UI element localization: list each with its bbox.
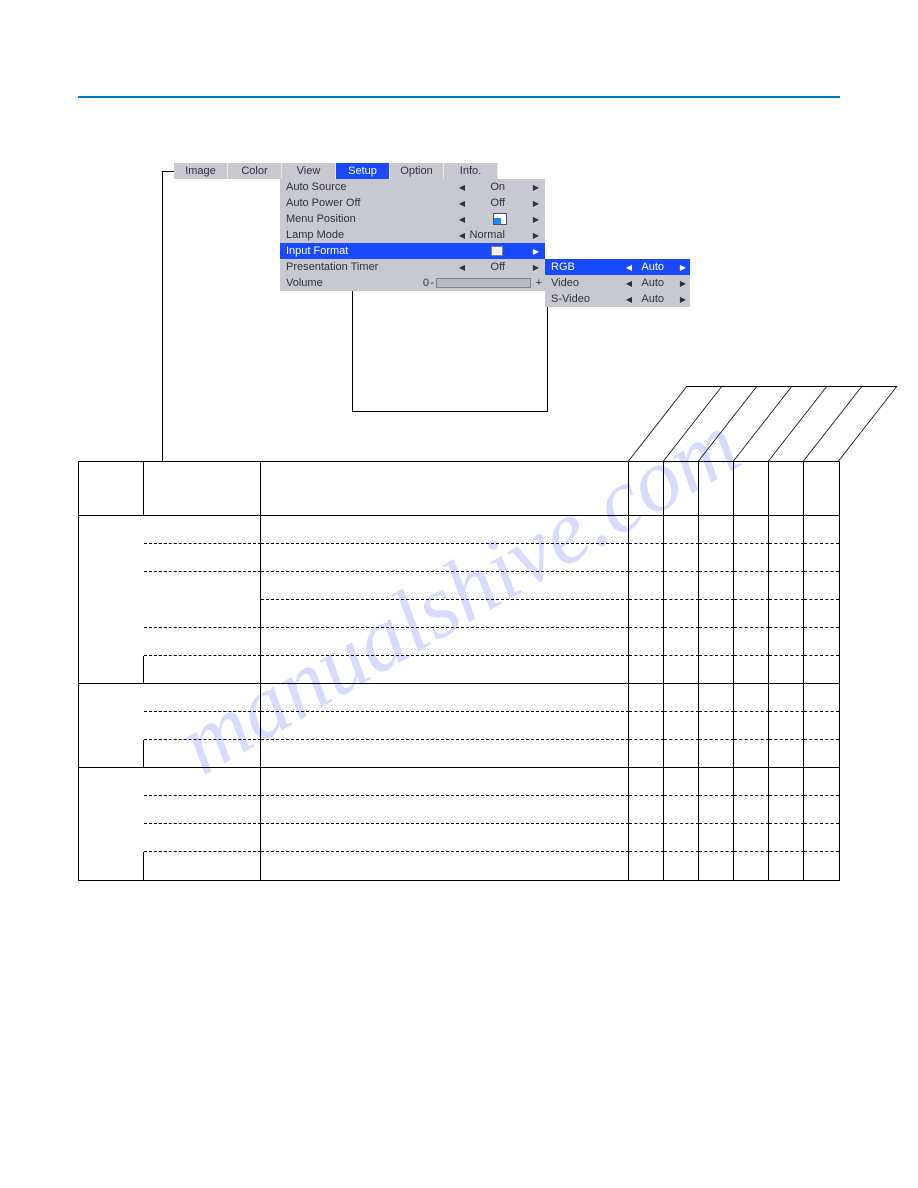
triangle-right-icon xyxy=(680,293,686,305)
submenu-input-format: RGB Auto Video Auto S-Video Auto xyxy=(545,259,690,307)
table-row xyxy=(79,684,839,712)
triangle-left-icon xyxy=(626,277,632,289)
triangle-right-icon xyxy=(533,197,539,209)
table-header-cell xyxy=(734,462,769,516)
triangle-right-icon xyxy=(680,261,686,273)
triangle-left-icon xyxy=(626,293,632,305)
table-row xyxy=(79,740,839,768)
submenu-value: Auto xyxy=(641,277,664,289)
menu-tab-option[interactable]: Option xyxy=(390,163,444,179)
table-row xyxy=(79,852,839,880)
menu-item-label: Menu Position xyxy=(286,213,356,225)
submenu-value: Auto xyxy=(641,293,664,305)
table-header-cell xyxy=(144,462,261,516)
table-row xyxy=(79,712,839,740)
menu-tab-color[interactable]: Color xyxy=(228,163,282,179)
table-header-cell xyxy=(664,462,699,516)
submenu-label: S-Video xyxy=(551,293,590,305)
menu-tab-info[interactable]: Info. xyxy=(444,163,498,179)
menu-item-label: Auto Power Off xyxy=(286,197,360,209)
table-header-cell xyxy=(629,462,664,516)
triangle-right-icon xyxy=(533,261,539,273)
volume-slider[interactable] xyxy=(436,278,531,288)
menu-item-menu-position[interactable]: Menu Position xyxy=(280,211,545,227)
triangle-right-icon xyxy=(533,245,539,257)
submenu-item-video[interactable]: Video Auto xyxy=(545,275,690,291)
connector-line xyxy=(547,307,548,412)
menu-item-presentation-timer[interactable]: Presentation Timer Off xyxy=(280,259,545,275)
submenu-value: Auto xyxy=(641,261,664,273)
menu-item-value: Off xyxy=(491,259,505,275)
menu-position-icon xyxy=(493,213,507,225)
menu-item-label: Volume xyxy=(286,277,323,289)
triangle-left-icon xyxy=(459,197,465,209)
connector-line xyxy=(162,171,174,172)
table-diagonal-header xyxy=(628,410,840,462)
connector-line xyxy=(352,291,353,411)
menu-tab-view[interactable]: View xyxy=(282,163,336,179)
table-header-cell xyxy=(804,462,839,516)
submenu-label: Video xyxy=(551,277,579,289)
menu-item-auto-power-off[interactable]: Auto Power Off Off xyxy=(280,195,545,211)
triangle-left-icon xyxy=(459,229,465,241)
menu-item-list: Auto Source On Auto Power Off Off Menu P… xyxy=(280,179,545,291)
menu-tab-image[interactable]: Image xyxy=(174,163,228,179)
submenu-item-rgb[interactable]: RGB Auto xyxy=(545,259,690,275)
menu-item-value: Normal xyxy=(470,227,505,243)
triangle-left-icon xyxy=(459,213,465,225)
triangle-left-icon xyxy=(626,261,632,273)
menu-tab-setup[interactable]: Setup xyxy=(336,163,390,179)
table-row xyxy=(79,516,839,544)
table-header-cell xyxy=(79,462,144,516)
table-row xyxy=(79,572,839,600)
triangle-left-icon xyxy=(459,261,465,273)
submenu-icon xyxy=(491,246,503,256)
menu-item-lamp-mode[interactable]: Lamp Mode Normal xyxy=(280,227,545,243)
settings-table xyxy=(78,461,840,881)
table-row xyxy=(79,544,839,572)
plus-icon: + xyxy=(536,277,542,289)
table-row xyxy=(79,656,839,684)
triangle-right-icon xyxy=(533,213,539,225)
triangle-left-icon xyxy=(459,181,465,193)
submenu-label: RGB xyxy=(551,261,575,273)
triangle-right-icon xyxy=(680,277,686,289)
table-header-cell xyxy=(699,462,734,516)
triangle-right-icon xyxy=(533,181,539,193)
table-header-cell xyxy=(261,462,630,516)
minus-icon: - xyxy=(430,277,434,289)
menu-item-value: Off xyxy=(491,195,505,211)
table-header-cell xyxy=(769,462,804,516)
table-header-row xyxy=(79,462,839,516)
menu-item-value: On xyxy=(490,179,505,195)
triangle-right-icon xyxy=(533,229,539,241)
header-rule xyxy=(78,96,840,98)
table-row xyxy=(79,600,839,628)
menu-item-label: Lamp Mode xyxy=(286,229,344,241)
table-row xyxy=(79,628,839,656)
menu-item-auto-source[interactable]: Auto Source On xyxy=(280,179,545,195)
menu-item-label: Presentation Timer xyxy=(286,261,378,273)
menu-item-volume[interactable]: Volume 0 - + xyxy=(280,275,545,291)
connector-line xyxy=(162,171,163,461)
table-row xyxy=(79,824,839,852)
menu-item-input-format[interactable]: Input Format xyxy=(280,243,545,259)
table-row xyxy=(79,796,839,824)
submenu-item-s-video[interactable]: S-Video Auto xyxy=(545,291,690,307)
menu-item-label: Auto Source xyxy=(286,181,347,193)
menu-item-label: Input Format xyxy=(286,245,348,257)
volume-value: 0 xyxy=(423,277,429,289)
connector-line xyxy=(352,411,547,412)
table-row xyxy=(79,768,839,796)
menu-tab-bar: Image Color View Setup Option Info. xyxy=(174,163,498,179)
